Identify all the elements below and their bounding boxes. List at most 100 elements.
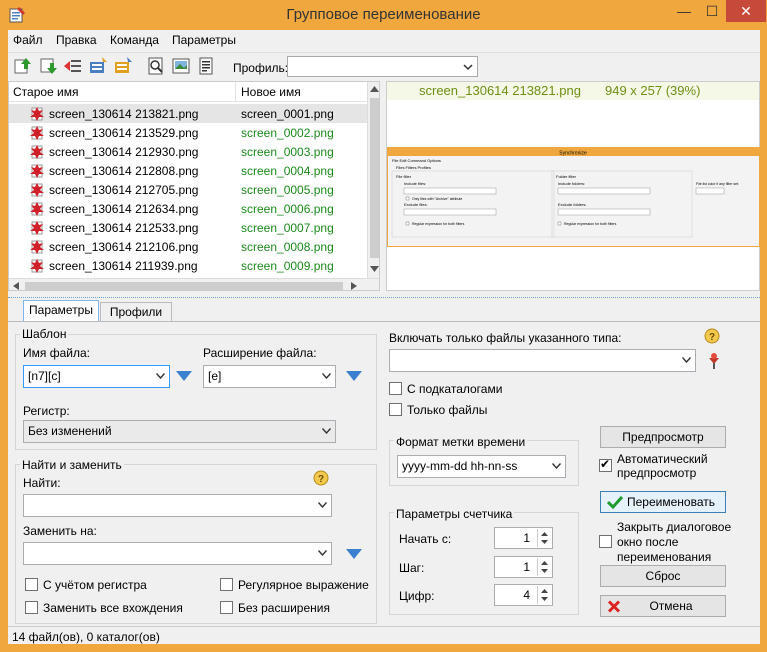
column-divider[interactable] [235,82,236,102]
include-type-label: Включать только файлы указанного типа: [389,331,622,345]
spin-arrows-icon[interactable] [538,586,551,604]
table-row[interactable]: screen_130614 212634.png screen_0006.png [9,199,367,218]
column-old-name[interactable]: Старое имя [13,85,79,99]
menu-file[interactable]: Файл [13,33,43,47]
insert-extension-icon[interactable] [346,370,362,382]
file-list[interactable]: Старое имя Новое имя screen_130614 21382… [8,81,380,291]
timestamp-field[interactable]: yyyy-mm-dd hh-nn-ss [397,455,566,478]
digits-spinner[interactable]: 4 [494,584,553,606]
chevron-down-icon[interactable] [156,373,165,379]
hscroll-thumb[interactable] [25,282,343,290]
menu-options[interactable]: Параметры [172,33,236,47]
digits-value: 4 [523,588,530,602]
table-row[interactable]: screen_130614 212106.png screen_0008.png [9,237,367,256]
files-only-label: Только файлы [407,403,488,417]
regex-checkbox[interactable] [220,578,233,591]
profile-select[interactable] [287,56,478,77]
filter-picker-icon[interactable] [706,352,722,370]
image-icon[interactable] [171,56,191,76]
scroll-thumb[interactable] [370,98,379,258]
new-name: screen_0002.png [241,126,334,140]
list-header: Старое имя Новое имя [9,82,367,102]
new-name: screen_0005.png [241,183,334,197]
chevron-down-icon[interactable] [552,463,561,469]
move-down-icon[interactable] [38,56,58,76]
column-new-name[interactable]: Новое имя [241,85,301,99]
thumb-title: Synchronize [559,151,587,157]
title-bar[interactable]: Групповое переименование — ☐ ✕ [0,0,767,30]
rename-button[interactable]: Переименовать [600,491,726,513]
auto-preview-checkbox[interactable] [599,457,612,472]
spin-arrows-icon[interactable] [538,529,551,547]
scroll-left-icon[interactable] [13,282,19,290]
spinner-buttons[interactable] [537,558,551,576]
preview-header: screen_130614 213821.png 949 x 257 (39%) [387,82,759,100]
filename-field[interactable]: [n7][c] [23,365,170,388]
find-field[interactable] [23,494,332,517]
include-type-field[interactable] [389,349,696,372]
chevron-down-icon[interactable] [318,502,327,508]
horizontal-scrollbar[interactable] [9,278,379,290]
table-row[interactable]: screen_130614 212533.png screen_0007.png [9,218,367,237]
vertical-scrollbar[interactable] [367,82,379,278]
digits-label: Цифр: [399,589,435,603]
table-row[interactable]: screen_130614 212930.png screen_0003.png [9,142,367,161]
image-file-icon [30,221,44,235]
help-icon[interactable]: ? [313,470,329,486]
case-select[interactable]: Без изменений [23,420,336,443]
help-icon[interactable]: ? [704,328,720,344]
window: Групповое переименование — ☐ ✕ Файл Прав… [0,0,767,652]
minimize-button[interactable]: — [670,0,698,22]
table-row[interactable]: screen_130614 212808.png screen_0004.png [9,161,367,180]
table-row[interactable]: screen_130614 213529.png screen_0002.png [9,123,367,142]
splitter[interactable] [8,292,760,298]
preview-file-icon[interactable] [146,56,166,76]
subdirs-checkbox[interactable] [389,382,402,395]
preview-button[interactable]: Предпросмотр [600,426,726,448]
insert-replace-icon[interactable] [346,548,362,560]
sort-desc-icon[interactable] [113,56,133,76]
client-area: Файл Правка Команда Параметры Профиль: С… [8,30,760,644]
tab-parameters[interactable]: Параметры [23,300,99,322]
table-row[interactable]: screen_130614 211939.png screen_0009.png [9,256,367,275]
replace-field[interactable] [23,542,332,565]
old-name: screen_130614 212634.png [49,202,199,216]
maximize-button[interactable]: ☐ [698,0,726,22]
chevron-down-icon[interactable] [682,357,691,363]
chevron-down-icon[interactable] [322,373,331,379]
files-only-checkbox[interactable] [389,403,402,416]
extension-field[interactable]: [e] [203,365,336,388]
sort-icon[interactable] [88,56,108,76]
preview-dimensions: 949 x 257 (39%) [605,83,701,98]
table-row[interactable]: screen_130614 213821.png screen_0001.png [9,104,367,123]
reset-button[interactable]: Сброс [600,565,726,587]
spin-arrows-icon[interactable] [538,558,551,576]
table-row[interactable]: screen_130614 212705.png screen_0005.png [9,180,367,199]
spinner-buttons[interactable] [537,586,551,604]
chevron-down-icon[interactable] [318,550,327,556]
document-icon[interactable] [196,56,216,76]
remove-icon[interactable] [63,56,83,76]
insert-template-icon[interactable] [176,370,192,382]
scroll-right-icon[interactable] [351,282,357,290]
replace-all-checkbox[interactable] [25,601,38,614]
tab-profiles[interactable]: Профили [100,302,172,322]
case-value: Без изменений [28,424,112,438]
preview-filename: screen_130614 213821.png [419,83,581,98]
step-spinner[interactable]: 1 [494,556,553,578]
menu-command[interactable]: Команда [110,33,159,47]
scroll-down-icon[interactable] [370,266,379,272]
menu-edit[interactable]: Правка [56,33,97,47]
close-button[interactable]: ✕ [726,0,766,22]
no-extension-checkbox[interactable] [220,601,233,614]
cancel-button[interactable]: Отмена [600,595,726,617]
move-up-icon[interactable] [12,56,32,76]
start-spinner[interactable]: 1 [494,527,553,549]
start-value: 1 [523,531,530,545]
match-case-checkbox[interactable] [25,578,38,591]
scroll-up-icon[interactable] [370,86,379,92]
no-extension-label: Без расширения [238,601,330,615]
replace-all-label: Заменить все вхождения [43,601,183,615]
close-after-checkbox[interactable] [599,535,612,548]
spinner-buttons[interactable] [537,529,551,547]
